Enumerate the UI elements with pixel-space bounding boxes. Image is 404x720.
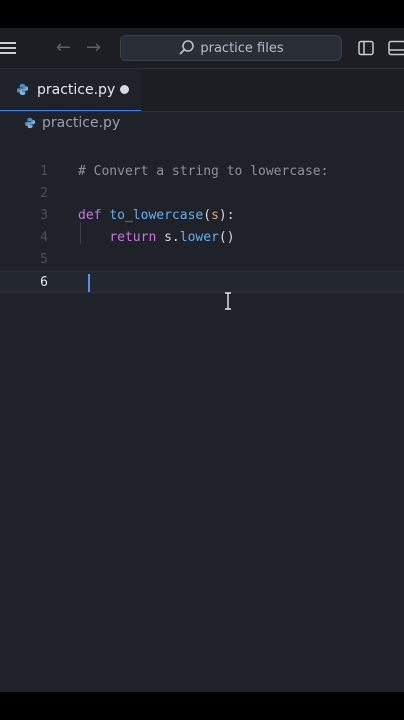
- code-text: def to_lowercase(s):: [78, 205, 235, 227]
- line-number: 2: [40, 186, 48, 201]
- code-token: s.: [156, 230, 180, 245]
- line-number: 6: [40, 275, 48, 290]
- code-token: ):: [218, 208, 235, 223]
- panel-icon[interactable]: [388, 40, 404, 56]
- line-number: 4: [40, 230, 48, 245]
- code-line[interactable]: 1 # Convert a string to lowercase:: [0, 161, 404, 183]
- code-token: # Convert a string to lowercase:: [78, 164, 329, 179]
- code-token: (): [218, 230, 235, 245]
- breadcrumb-file[interactable]: practice.py: [42, 115, 120, 131]
- tab-practice-py[interactable]: practice.py: [0, 69, 141, 111]
- code-text: return s.lower(): [78, 227, 235, 249]
- search-placeholder: practice files: [200, 40, 284, 56]
- line-number: 3: [40, 208, 48, 223]
- breadcrumb: practice.py: [0, 112, 404, 134]
- text-cursor-icon: [225, 292, 231, 310]
- search-icon: [179, 40, 195, 55]
- code-line[interactable]: 2: [0, 183, 404, 205]
- code-token: lower: [179, 230, 219, 245]
- hamburger-icon[interactable]: [0, 42, 16, 54]
- tab-label: practice.py: [37, 81, 116, 98]
- code-line[interactable]: 5: [0, 249, 404, 271]
- editor-window: ← → practice files practice.py practice.…: [0, 28, 404, 692]
- code-line[interactable]: 3 def to_lowercase(s):: [0, 205, 404, 227]
- line-number: 1: [40, 164, 48, 179]
- search-bar[interactable]: practice files: [120, 35, 342, 61]
- code-token: return: [109, 230, 157, 245]
- bottom-letterbox: [0, 692, 404, 720]
- code-token: (: [203, 208, 212, 223]
- python-file-icon: [24, 117, 36, 129]
- text-caret: [88, 274, 90, 292]
- code-token: to_lowercase: [109, 208, 204, 223]
- code-text: # Convert a string to lowercase:: [78, 161, 328, 183]
- code-token: s: [211, 208, 219, 223]
- split-layout-icon[interactable]: [358, 40, 374, 56]
- line-number: 5: [40, 252, 48, 267]
- code-line[interactable]: 4 return s.lower(): [0, 227, 404, 249]
- code-editor[interactable]: 1 # Convert a string to lowercase: 2 3 def t…: [0, 134, 404, 692]
- arrow-right-icon[interactable]: →: [86, 37, 101, 58]
- tab-bar: practice.py: [0, 69, 404, 112]
- code-line[interactable]: 6: [0, 271, 404, 293]
- title-bar: ← → practice files: [0, 28, 404, 69]
- arrow-left-icon[interactable]: ←: [56, 37, 71, 58]
- python-file-icon: [16, 83, 29, 96]
- unsaved-indicator[interactable]: [120, 85, 129, 94]
- code-token: def: [78, 208, 102, 223]
